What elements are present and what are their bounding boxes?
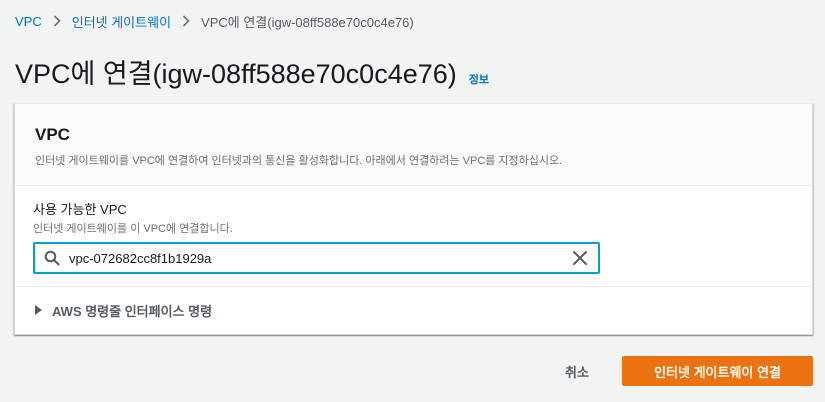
field-description: 인터넷 게이트웨이를 이 VPC에 연결합니다. [33, 223, 233, 235]
search-icon [44, 250, 60, 266]
attach-internet-gateway-button[interactable]: 인터넷 게이트웨이 연결 [622, 356, 813, 386]
available-vpc-field: 사용 가능한 VPC 인터넷 게이트웨이를 이 VPC에 연결합니다. [15, 186, 812, 287]
breadcrumb: VPC 인터넷 게이트웨이 VPC에 연결(igw-08ff588e70c0c4… [15, 11, 414, 31]
chevron-right-icon [42, 15, 72, 27]
page-title: VPC에 연결(igw-08ff588e70c0c4e76) [15, 59, 457, 89]
breadcrumb-internet-gateway[interactable]: 인터넷 게이트웨이 [72, 12, 171, 31]
page-header: VPC에 연결(igw-08ff588e70c0c4e76) 정보 [15, 52, 489, 91]
caret-right-icon [35, 305, 42, 315]
cli-command-expander[interactable]: AWS 명령줄 인터페이스 명령 [15, 287, 812, 333]
vpc-panel: VPC 인터넷 게이트웨이를 VPC에 연결하여 인터넷과의 통신을 활성화합니… [14, 103, 813, 335]
panel-title: VPC [35, 125, 70, 144]
cancel-button[interactable]: 취소 [548, 356, 606, 386]
chevron-right-icon [171, 15, 201, 27]
info-link[interactable]: 정보 [469, 71, 489, 87]
vpc-search-input[interactable] [69, 250, 549, 266]
expander-label: AWS 명령줄 인터페이스 명령 [52, 303, 213, 319]
panel-description: 인터넷 게이트웨이를 VPC에 연결하여 인터넷과의 통신을 활성화합니다. 아… [35, 155, 563, 167]
close-icon[interactable] [572, 250, 588, 266]
breadcrumb-current: VPC에 연결(igw-08ff588e70c0c4e76) [201, 14, 414, 30]
breadcrumb-vpc[interactable]: VPC [15, 14, 42, 29]
vpc-search-box[interactable] [33, 242, 600, 274]
field-label: 사용 가능한 VPC [33, 202, 127, 217]
panel-header: VPC 인터넷 게이트웨이를 VPC에 연결하여 인터넷과의 통신을 활성화합니… [15, 104, 812, 186]
